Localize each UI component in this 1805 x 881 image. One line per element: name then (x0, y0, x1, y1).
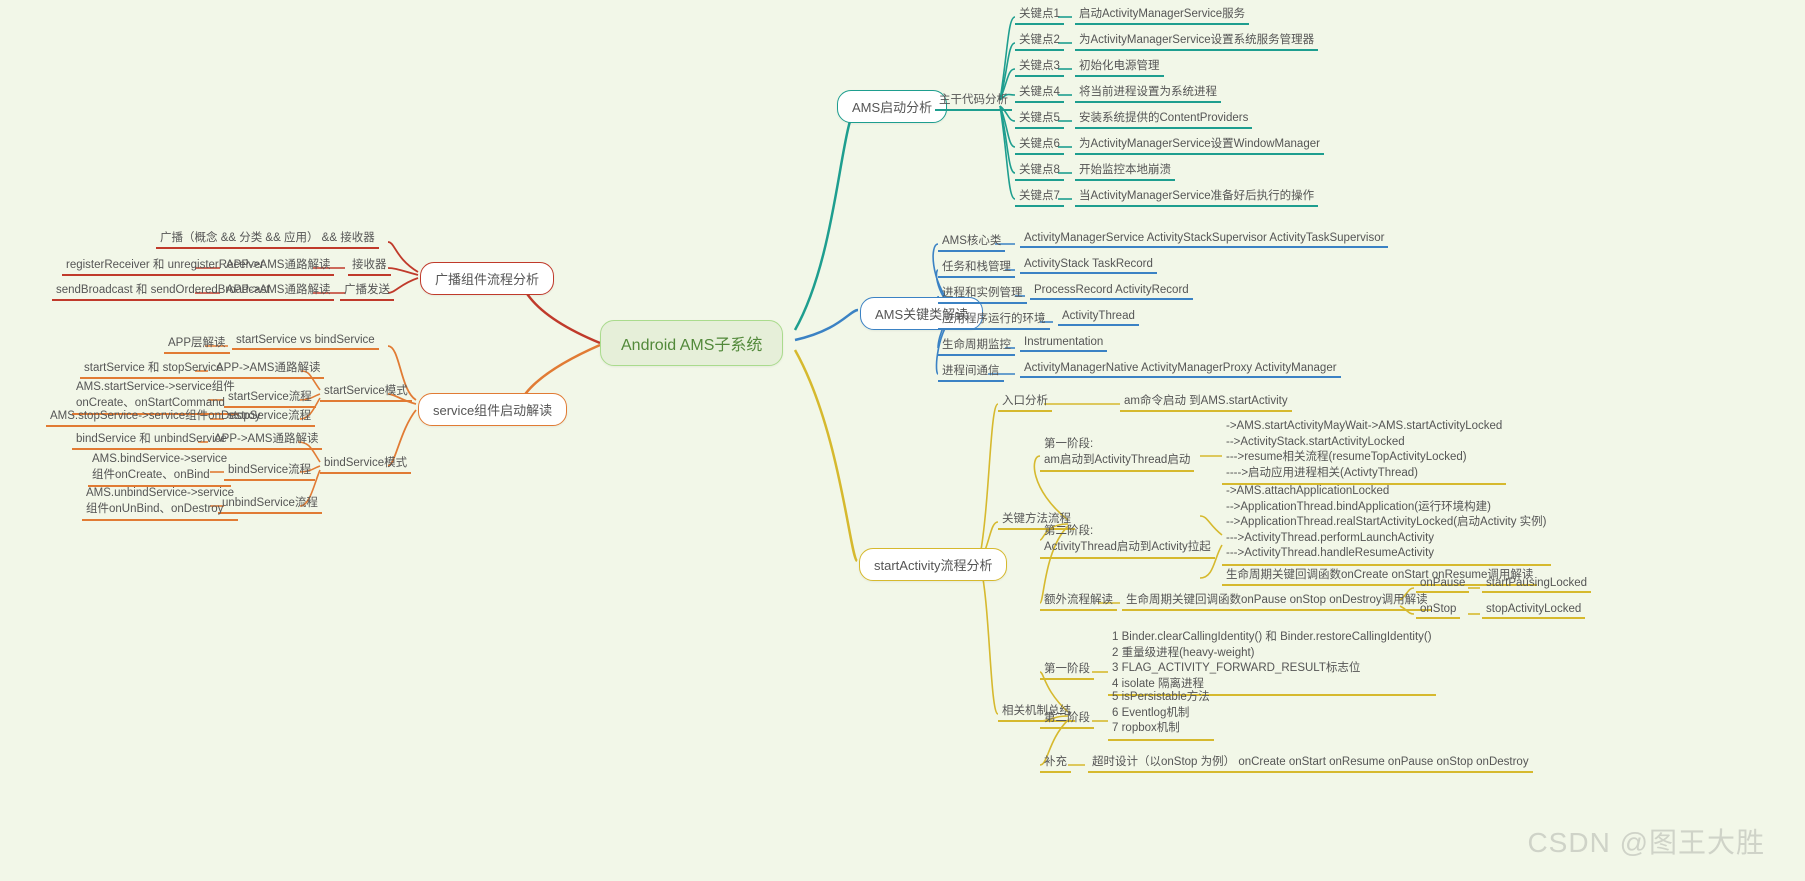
service-bind-1-b: bindService流程 (224, 461, 315, 481)
ams-row-0-a: 关键点1 (1015, 5, 1064, 25)
branch-ams-start[interactable]: AMS启动分析 (837, 90, 947, 123)
sa-entry-a: 入口分析 (998, 392, 1052, 412)
branch-service[interactable]: service组件启动解读 (418, 393, 567, 426)
key-row-4-b: Instrumentation (1020, 336, 1107, 352)
ams-row-1-a: 关键点2 (1015, 31, 1064, 51)
sa-sum-p2-label: 第二阶段 (1040, 709, 1094, 729)
service-start-2-a: AMS.stopService->service组件onDestroy (46, 407, 265, 427)
sa-phase1-label: 第一阶段:am启动到ActivityThread启动 (1040, 437, 1194, 472)
ams-row-7-a: 关键点7 (1015, 187, 1064, 207)
ams-row-0-b: 启动ActivityManagerService服务 (1075, 5, 1249, 25)
ams-row-4-b: 安装系统提供的ContentProviders (1075, 109, 1252, 129)
ams-row-2-b: 初始化电源管理 (1075, 57, 1164, 77)
service-app-b: startService vs bindService (232, 334, 379, 350)
key-row-4-a: 生命周期监控 (938, 336, 1015, 356)
key-row-0-b: ActivityManagerService ActivityStackSupe… (1020, 232, 1388, 248)
ams-row-6-a: 关键点8 (1015, 161, 1064, 181)
key-row-0-a: AMS核心类 (938, 232, 1005, 252)
branch-broadcast[interactable]: 广播组件流程分析 (420, 262, 554, 295)
sa-sum-p1-body: 1 Binder.clearCallingIdentity() 和 Binder… (1108, 630, 1436, 696)
sa-extra-label: 额外流程解读 (1040, 591, 1117, 611)
sa-entry-b: am命令启动 到AMS.startActivity (1120, 392, 1292, 412)
key-row-5-b: ActivityManagerNative ActivityManagerPro… (1020, 362, 1341, 378)
service-start-0-a: startService 和 stopService (80, 359, 227, 379)
service-start-label: startService模式 (320, 382, 412, 402)
sa-extra-1-a: onStop (1416, 603, 1460, 619)
ams-row-3-b: 将当前进程设置为系统进程 (1075, 83, 1221, 103)
sa-extra-0-b: startPausingLocked (1482, 577, 1591, 593)
key-row-1-b: ActivityStack TaskRecord (1020, 258, 1157, 274)
service-bind-label: bindService模式 (320, 454, 411, 474)
sa-extra-mid: 生命周期关键回调函数onPause onStop onDestroy调用解读 (1122, 591, 1432, 611)
ams-row-3-a: 关键点4 (1015, 83, 1064, 103)
key-row-3-a: 应用程序运行的环境 (938, 310, 1050, 330)
sa-phase2-body: ->AMS.attachApplicationLocked-->Applicat… (1222, 484, 1551, 566)
service-bind-2-a: AMS.unbindService->service组件onUnBind、onD… (82, 486, 238, 521)
service-app-a: APP层解读 (164, 334, 230, 354)
ams-row-4-a: 关键点5 (1015, 109, 1064, 129)
branch-startactivity[interactable]: startActivity流程分析 (859, 548, 1007, 581)
ams-row-1-b: 为ActivityManagerService设置系统服务管理器 (1075, 31, 1318, 51)
sa-phase1-body: ->AMS.startActivityMayWait->AMS.startAct… (1222, 419, 1506, 485)
service-start-0-b: APP->AMS通路解读 (212, 359, 324, 379)
sa-extra-1-b: stopActivityLocked (1482, 603, 1585, 619)
service-bind-1-a: AMS.bindService->service组件onCreate、onBin… (88, 452, 231, 487)
watermark: CSDN @图王大胜 (1527, 821, 1765, 861)
broadcast-row-1-c: 接收器 (348, 256, 391, 276)
key-row-3-b: ActivityThread (1058, 310, 1139, 326)
ams-row-7-b: 当ActivityManagerService准备好后执行的操作 (1075, 187, 1318, 207)
root-node[interactable]: Android AMS子系统 (600, 320, 783, 366)
key-row-1-a: 任务和栈管理 (938, 258, 1015, 278)
sa-extra-0-a: onPause (1416, 577, 1469, 593)
broadcast-row-2-c: 广播发送 (340, 281, 394, 301)
ams-row-5-b: 为ActivityManagerService设置WindowManager (1075, 135, 1324, 155)
sa-sum-extra-a: 补充 (1040, 753, 1071, 773)
ams-row-5-a: 关键点6 (1015, 135, 1064, 155)
sa-sum-p1-label: 第一阶段 (1040, 660, 1094, 680)
broadcast-row-0: 广播（概念 && 分类 && 应用） && 接收器 (156, 229, 379, 249)
sa-phase2-label: 第二阶段:ActivityThread启动到Activity拉起 (1040, 524, 1215, 559)
key-row-5-a: 进程间通信 (938, 362, 1004, 382)
sa-sum-p2-body: 5 isPersistable方法6 Eventlog机制7 ropbox机制 (1108, 690, 1214, 741)
ams-row-2-a: 关键点3 (1015, 57, 1064, 77)
key-row-2-b: ProcessRecord ActivityRecord (1030, 284, 1193, 300)
broadcast-row-2-a: sendBroadcast 和 sendOrderedBroadcast (52, 281, 274, 301)
sa-sum-extra-b: 超时设计（以onStop 为例） onCreate onStart onResu… (1088, 753, 1533, 773)
key-row-2-a: 进程和实例管理 (938, 284, 1027, 304)
service-bind-0-a: bindService 和 unbindService (72, 430, 231, 450)
ams-start-mid: 主干代码分析 (935, 91, 1012, 111)
broadcast-row-1-a: registerReceiver 和 unregisterReceiver (62, 256, 268, 276)
ams-row-6-b: 开始监控本地崩溃 (1075, 161, 1175, 181)
